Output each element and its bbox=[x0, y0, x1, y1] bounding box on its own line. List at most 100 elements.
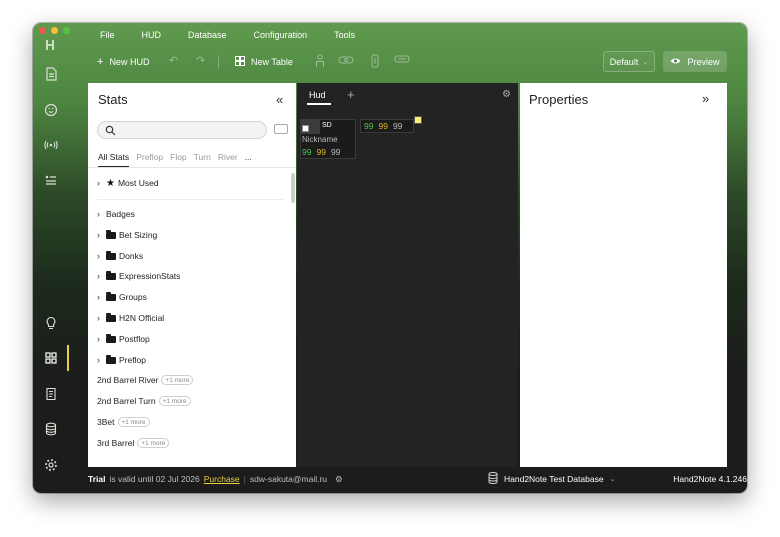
tab-hud[interactable]: Hud bbox=[309, 90, 326, 100]
hud-stat-value[interactable]: 99 bbox=[364, 121, 373, 131]
chevron-down-icon: ⌄ bbox=[609, 476, 616, 483]
tab-more[interactable]: ... bbox=[245, 152, 252, 167]
database-icon[interactable] bbox=[41, 419, 61, 439]
more-badge[interactable]: +1 more bbox=[161, 375, 194, 385]
tab-preflop[interactable]: Preflop bbox=[136, 152, 163, 167]
menu-hud[interactable]: HUD bbox=[142, 30, 162, 40]
report-icon[interactable] bbox=[41, 384, 61, 404]
tree-item-badges[interactable]: › Badges bbox=[97, 207, 135, 221]
layout-select[interactable]: Default ⌄ bbox=[603, 51, 655, 72]
broadcast-icon[interactable] bbox=[41, 135, 61, 155]
list-icon[interactable] bbox=[41, 170, 61, 190]
stat-item[interactable]: 3rd Barrel +1 more bbox=[97, 436, 170, 450]
vertical-slider-icon[interactable] bbox=[371, 54, 379, 71]
stats-search-box[interactable] bbox=[97, 121, 267, 139]
folder-icon bbox=[106, 354, 116, 364]
more-badge[interactable]: +1 more bbox=[158, 396, 191, 406]
tree-folder-groups[interactable]: › Groups bbox=[97, 290, 147, 304]
plus-icon: + bbox=[97, 56, 104, 68]
hud-checkbox[interactable] bbox=[302, 125, 309, 132]
hud-stat-value[interactable]: 99 bbox=[331, 147, 340, 157]
collapse-left-icon[interactable]: « bbox=[276, 92, 283, 107]
tree-folder-expressionstats[interactable]: › ExpressionStats bbox=[97, 269, 180, 283]
tree-item-label: Most Used bbox=[117, 178, 159, 188]
hud-player-panel[interactable]: SD Nickname 99 99 99 bbox=[300, 119, 356, 159]
hud-nickname: Nickname bbox=[302, 135, 338, 144]
tree-folder-postflop[interactable]: › Postflop bbox=[97, 332, 150, 346]
grid-icon[interactable] bbox=[41, 348, 61, 368]
tab-all-stats[interactable]: All Stats bbox=[98, 152, 130, 167]
new-hud-button[interactable]: + New HUD bbox=[97, 52, 149, 72]
hud-stat-value[interactable]: 99 bbox=[316, 147, 325, 157]
status-bar: Trial is valid until 02 Jul 2026 Purchas… bbox=[88, 467, 747, 493]
tree-item-label: Bet Sizing bbox=[119, 230, 158, 240]
more-badge[interactable]: +1 more bbox=[117, 417, 150, 427]
tab-turn[interactable]: Turn bbox=[194, 152, 211, 167]
layout-select-value: Default bbox=[609, 56, 639, 67]
bridge-icon[interactable] bbox=[338, 54, 354, 69]
hud-stat-values: 99 99 99 bbox=[364, 121, 402, 131]
undo-icon[interactable]: ↶ bbox=[169, 54, 178, 67]
h2n-logo-icon[interactable] bbox=[41, 35, 61, 55]
tree-item-label: ExpressionStats bbox=[119, 271, 181, 281]
stat-item[interactable]: 3Bet +1 more bbox=[97, 415, 150, 429]
database-selector[interactable]: Hand2Note Test Database ⌄ bbox=[488, 472, 615, 486]
person-icon[interactable] bbox=[315, 54, 325, 71]
chevron-right-icon: › bbox=[97, 355, 100, 365]
stats-panel: Stats « All Stats Preflop Flop Turn Rive… bbox=[88, 83, 296, 467]
face-icon[interactable] bbox=[41, 100, 61, 120]
hud-stat-value[interactable]: 99 bbox=[302, 147, 311, 157]
hud-sd-label: SD bbox=[322, 122, 332, 129]
hud-stat-value[interactable]: 99 bbox=[378, 121, 387, 131]
active-tab-underline bbox=[307, 103, 331, 105]
hud-stat-value[interactable]: 99 bbox=[393, 121, 402, 131]
horizontal-slider-icon[interactable] bbox=[394, 54, 410, 67]
menu-file[interactable]: File bbox=[100, 30, 115, 40]
hud-stat-panel[interactable]: 99 99 99 bbox=[360, 119, 414, 133]
preview-button[interactable]: Preview bbox=[663, 51, 727, 72]
stats-panel-title: Stats bbox=[98, 92, 128, 107]
stat-item[interactable]: 2nd Barrel River +1 more bbox=[97, 373, 194, 387]
table-grid-icon bbox=[235, 55, 245, 69]
tree-folder-bet-sizing[interactable]: › Bet Sizing bbox=[97, 228, 157, 242]
chevron-down-icon: ⌄ bbox=[642, 58, 649, 66]
stat-item[interactable]: 2nd Barrel Turn +1 more bbox=[97, 394, 191, 408]
add-tab-button[interactable]: + bbox=[347, 87, 355, 102]
gear-icon[interactable] bbox=[41, 455, 61, 475]
chevron-right-icon: › bbox=[97, 271, 100, 281]
folder-icon bbox=[106, 250, 116, 260]
tab-river[interactable]: River bbox=[218, 152, 238, 167]
purchase-link[interactable]: Purchase bbox=[204, 474, 240, 485]
hud-editor: Hud + ⚙ SD Nickname 99 99 99 99 99 99 bbox=[297, 83, 518, 467]
chevron-right-icon: › bbox=[97, 334, 100, 344]
tree-folder-h2n-official[interactable]: › H2N Official bbox=[97, 311, 164, 325]
new-hud-label: New HUD bbox=[109, 57, 150, 67]
gear-icon[interactable]: ⚙ bbox=[502, 89, 511, 100]
collapse-right-icon[interactable]: » bbox=[702, 91, 709, 106]
tree-item-most-used[interactable]: › ★ Most Used bbox=[97, 176, 159, 190]
menu-tools[interactable]: Tools bbox=[334, 30, 355, 40]
menu-configuration[interactable]: Configuration bbox=[254, 30, 308, 40]
hud-stat-values: 99 99 99 bbox=[302, 147, 340, 157]
folder-icon bbox=[106, 333, 116, 343]
gear-icon[interactable]: ⚙ bbox=[335, 474, 343, 485]
new-table-button[interactable]: New Table bbox=[235, 52, 293, 72]
resize-handle[interactable] bbox=[414, 116, 422, 124]
chevron-right-icon: › bbox=[97, 313, 100, 323]
stats-search-input[interactable] bbox=[118, 123, 258, 137]
more-badge[interactable]: +1 more bbox=[137, 438, 170, 448]
stats-scrollbar[interactable] bbox=[291, 173, 295, 203]
redo-icon[interactable]: ↷ bbox=[196, 54, 205, 67]
folder-icon bbox=[106, 270, 116, 280]
bulb-icon[interactable] bbox=[41, 313, 61, 333]
menu-database[interactable]: Database bbox=[188, 30, 227, 40]
document-icon[interactable] bbox=[41, 64, 61, 84]
tree-folder-preflop[interactable]: › Preflop bbox=[97, 353, 146, 367]
stat-item-label: 3rd Barrel bbox=[97, 438, 135, 448]
chevron-right-icon: › bbox=[97, 251, 100, 261]
tree-folder-donks[interactable]: › Donks bbox=[97, 249, 143, 263]
trial-label: Trial bbox=[88, 474, 106, 484]
search-icon bbox=[105, 125, 116, 136]
tab-flop[interactable]: Flop bbox=[170, 152, 187, 167]
keyboard-icon[interactable] bbox=[274, 124, 288, 134]
